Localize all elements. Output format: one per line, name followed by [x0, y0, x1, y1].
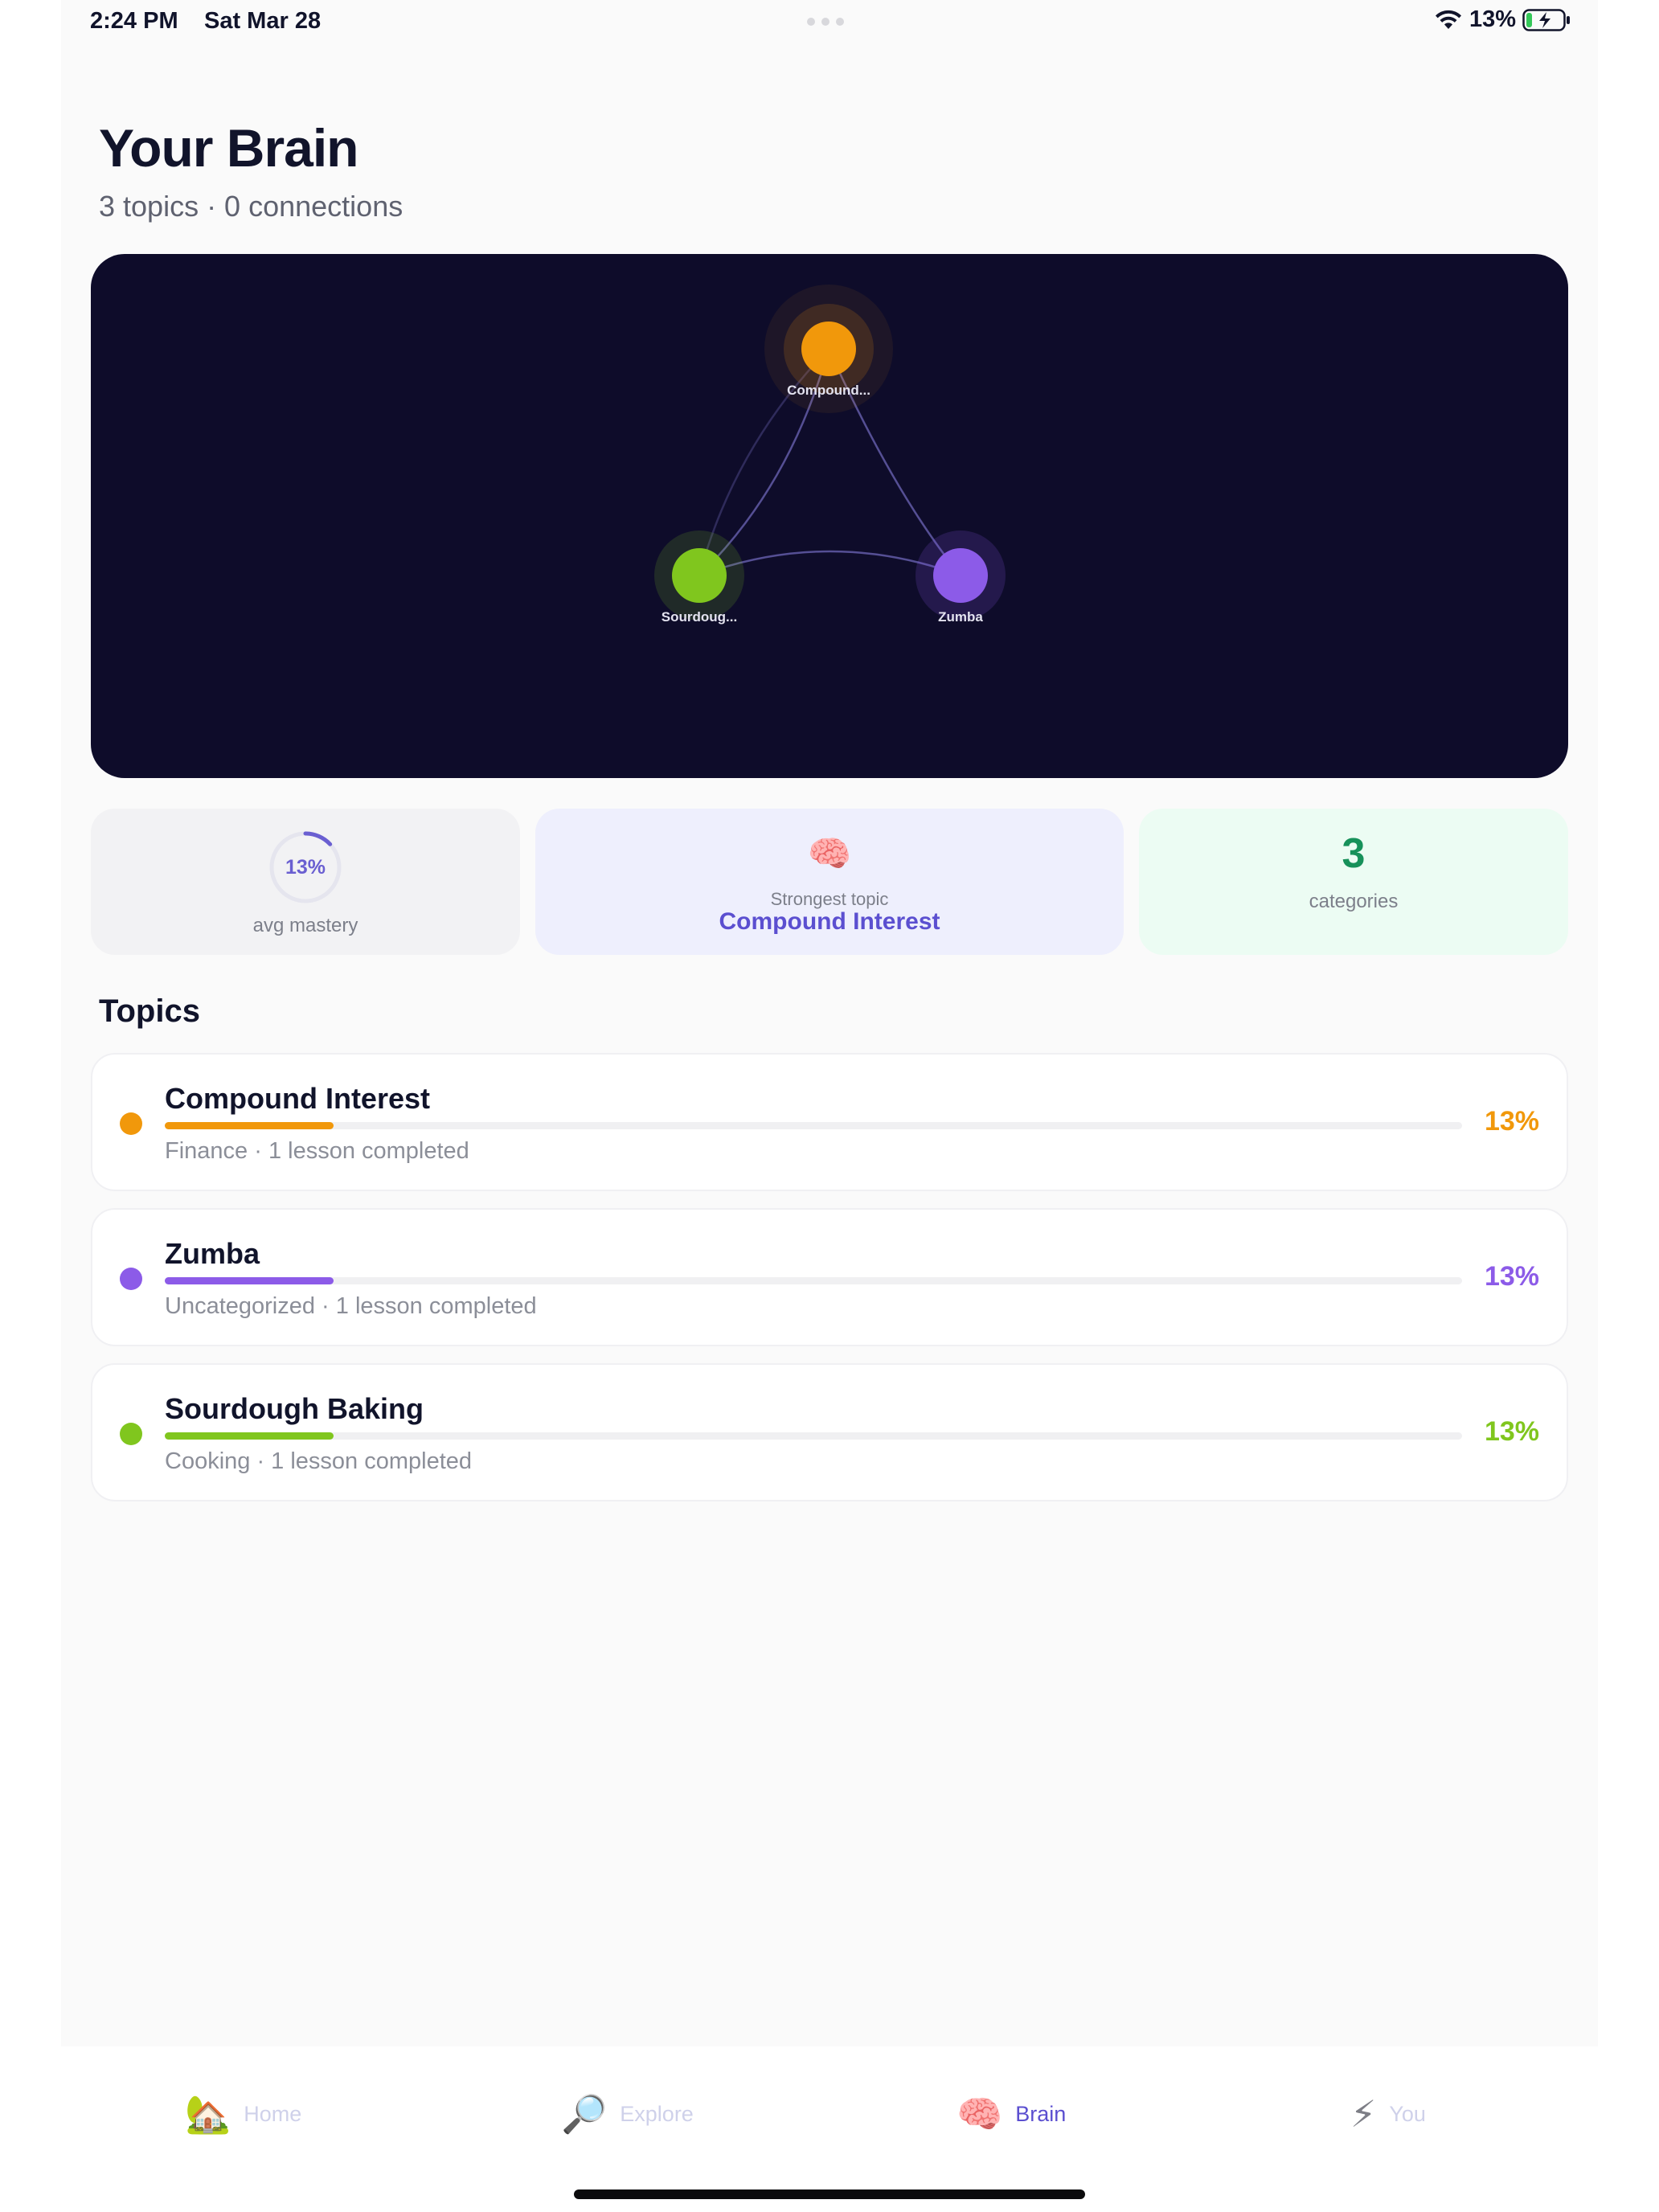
- topic-progress-fill: [165, 1122, 334, 1129]
- topic-meta: Finance · 1 lesson completed: [165, 1138, 469, 1164]
- topic-row-compound-interest[interactable]: Compound Interest Finance · 1 lesson com…: [91, 1053, 1568, 1191]
- knowledge-graph[interactable]: Compound... Sourdoug... Zumba: [91, 254, 1568, 778]
- topic-percentage: 13%: [1484, 1416, 1539, 1447]
- tab-brain[interactable]: 🧠 Brain: [956, 2090, 1066, 2138]
- tab-bar: 🏡 Home 🔎 Explore 🧠 Brain ⚡ You: [0, 2046, 1659, 2212]
- avg-mastery-card: 13% avg mastery: [91, 809, 520, 955]
- topic-progress-track: [165, 1432, 1462, 1440]
- topic-progress-track: [165, 1122, 1462, 1129]
- magnifier-icon: 🔎: [561, 2093, 608, 2135]
- topic-progress-fill: [165, 1432, 334, 1440]
- battery-charging-icon: [1522, 8, 1570, 31]
- status-indicators: 13%: [1434, 6, 1571, 33]
- avg-mastery-value: 13%: [285, 856, 326, 879]
- home-indicator[interactable]: [574, 2189, 1085, 2199]
- categories-count: 3: [1342, 830, 1366, 877]
- topic-progress-fill: [165, 1277, 334, 1284]
- tab-home[interactable]: 🏡 Home: [185, 2090, 301, 2138]
- categories-card: 3 categories: [1139, 809, 1568, 955]
- strongest-topic-label: Strongest topic: [770, 889, 889, 909]
- topic-name: Sourdough Baking: [165, 1392, 424, 1425]
- status-bar: 2:24 PM Sat Mar 28 13%: [0, 0, 1659, 45]
- topic-meta: Uncategorized · 1 lesson completed: [165, 1293, 537, 1319]
- page-title: Your Brain: [99, 118, 358, 178]
- tab-you[interactable]: ⚡ You: [1350, 2090, 1426, 2138]
- strongest-topic-card[interactable]: 🧠 Strongest topic Compound Interest: [535, 809, 1124, 955]
- graph-node-sourdough[interactable]: Sourdoug...: [654, 530, 744, 625]
- status-time: 2:24 PM: [90, 8, 178, 34]
- topics-heading: Topics: [99, 993, 200, 1029]
- multitasking-dots-icon[interactable]: [807, 18, 844, 26]
- topic-color-dot: [120, 1268, 142, 1290]
- house-tree-icon: 🏡: [185, 2093, 231, 2135]
- knowledge-graph-canvas: Compound... Sourdoug... Zumba: [654, 285, 1006, 625]
- tab-explore[interactable]: 🔎 Explore: [561, 2090, 694, 2138]
- topic-color-dot: [120, 1423, 142, 1445]
- graph-node-zumba[interactable]: Zumba: [916, 530, 1006, 625]
- topic-meta: Cooking · 1 lesson completed: [165, 1448, 473, 1474]
- graph-node-label: Sourdoug...: [662, 609, 737, 625]
- tab-label: Home: [244, 2101, 302, 2126]
- tab-label: You: [1389, 2101, 1426, 2126]
- status-date: Sat Mar 28: [204, 8, 322, 34]
- topic-row-zumba[interactable]: Zumba Uncategorized · 1 lesson completed…: [91, 1208, 1568, 1346]
- wifi-icon: [1435, 10, 1461, 29]
- battery-percentage: 13%: [1469, 6, 1516, 32]
- topic-row-sourdough-baking[interactable]: Sourdough Baking Cooking · 1 lesson comp…: [91, 1363, 1568, 1501]
- brain-icon: 🧠: [956, 2093, 1003, 2135]
- topic-color-dot: [120, 1112, 142, 1135]
- strongest-topic-value: Compound Interest: [719, 908, 940, 935]
- graph-node-compound[interactable]: Compound...: [764, 285, 893, 413]
- brain-screen: 2:24 PM Sat Mar 28 13% Your Brain 3 topi…: [0, 0, 1659, 2212]
- brain-icon: 🧠: [807, 834, 852, 874]
- avg-mastery-label: avg mastery: [252, 915, 358, 936]
- graph-node-label: Zumba: [938, 609, 983, 625]
- topic-name: Compound Interest: [165, 1082, 430, 1115]
- page-subtitle: 3 topics · 0 connections: [99, 190, 403, 223]
- tab-label: Explore: [620, 2101, 694, 2126]
- lightning-icon: ⚡: [1350, 2093, 1377, 2135]
- graph-node-label: Compound...: [787, 383, 870, 398]
- categories-label: categories: [1309, 891, 1399, 912]
- topic-percentage: 13%: [1484, 1106, 1539, 1137]
- topic-name: Zumba: [165, 1237, 260, 1270]
- topic-percentage: 13%: [1484, 1261, 1539, 1292]
- topic-progress-track: [165, 1277, 1462, 1284]
- tab-label: Brain: [1015, 2101, 1067, 2126]
